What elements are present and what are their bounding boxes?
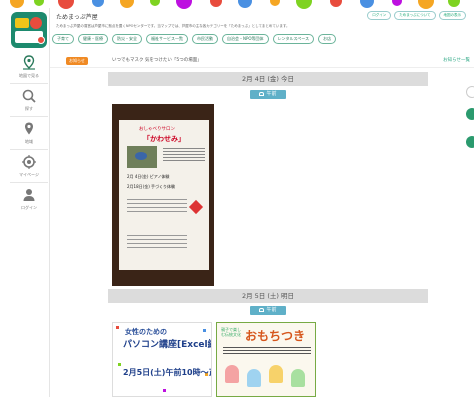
heart-icon: [188, 199, 204, 215]
sun-icon: [259, 91, 265, 96]
news-bar: お知らせ いつでもマスク 気をつけたい「5つの場面」 お知らせ一覧: [50, 54, 474, 68]
header-dot-band: [0, 0, 474, 9]
target-icon: [22, 155, 36, 169]
sidebar-item-label: ログイン: [21, 205, 37, 210]
tag-civic[interactable]: 市民活動: [192, 34, 218, 44]
category-tags: 子育て 健康・医療 防災・安全 福祉サービス一覧 市民活動 自治会・NPO等団体…: [52, 34, 337, 44]
floating-add-button[interactable]: [466, 108, 474, 120]
header-button-login[interactable]: ログイン: [367, 11, 392, 20]
map-pin-icon: [23, 55, 35, 70]
app-page: 地図で見る 探す 地域 マイページ ログイン ためまっぷ芦屋 ログイン ためまっ…: [0, 0, 474, 397]
sidebar-item-label: マイページ: [19, 172, 39, 177]
sidebar-item-mypage[interactable]: マイページ: [10, 154, 48, 178]
tag-health[interactable]: 健康・医療: [78, 34, 108, 44]
news-badge: お知らせ: [66, 57, 88, 65]
tag-welfare[interactable]: 福祉サービス一覧: [146, 34, 188, 44]
event-flyer-pc-course[interactable]: 女性のための パソコン講座[Excel編] 2月5日(土)午前10時〜正午: [112, 322, 212, 397]
date-header: 2月 5日 (土) 明日: [108, 289, 428, 303]
floating-map-button[interactable]: [466, 136, 474, 148]
header-button-about[interactable]: ためまっぷについて: [394, 11, 436, 20]
sidebar-item-label: 探す: [25, 106, 33, 111]
site-title: ためまっぷ芦屋: [56, 14, 98, 21]
sidebar-item-label: 地図で見る: [19, 73, 39, 78]
header-button-map[interactable]: 地図の表示: [438, 11, 466, 20]
event-flyer-salon[interactable]: おしゃべりサロン 「かわせみ」 2月 4日(金) ピアノ体験 2月18日(金) …: [112, 104, 214, 286]
tag-shops[interactable]: お店: [318, 34, 337, 44]
time-of-day-tag: 午前: [250, 306, 286, 315]
date-header: 2月 4日 (金) 今日: [108, 72, 428, 86]
floating-nav-button[interactable]: [466, 86, 474, 98]
tag-safety[interactable]: 防災・安全: [112, 34, 142, 44]
sidebar-item-map[interactable]: 地図で見る: [10, 55, 48, 79]
header-buttons: ログイン ためまっぷについて 地図の表示: [367, 11, 466, 20]
site-description: ためまっぷ芦屋の運営は芦屋市に拠点を置くNPOセンターです。当マップでは、芦屋市…: [56, 24, 290, 28]
news-headline[interactable]: いつでもマスク 気をつけたい「5つの場面」: [112, 57, 202, 63]
sidebar-item-label: 地域: [25, 139, 33, 144]
bird-photo: [127, 146, 157, 168]
site-logo[interactable]: [11, 12, 47, 48]
tag-npo[interactable]: 自治会・NPO等団体: [222, 34, 269, 44]
location-icon: [25, 122, 33, 135]
sidebar-item-search[interactable]: 探す: [10, 88, 48, 112]
search-icon: [22, 89, 36, 103]
event-flyer-mochitsuki[interactable]: 親子で楽しむ伝統文化 おもちつき: [216, 322, 316, 397]
sidebar-item-login[interactable]: ログイン: [10, 187, 48, 211]
sun-icon: [259, 307, 265, 312]
sidebar: 地図で見る 探す 地域 マイページ ログイン: [0, 8, 50, 397]
flyer-image: おしゃべりサロン 「かわせみ」 2月 4日(金) ピアノ体験 2月18日(金) …: [119, 120, 209, 270]
user-icon: [23, 189, 35, 201]
tag-childcare[interactable]: 子育て: [52, 34, 74, 44]
event-timeline: 2月 4日 (金) 今日 午前 おしゃべりサロン 「かわせみ」 2月 4日(金)…: [108, 70, 428, 397]
news-list-link[interactable]: お知らせ一覧: [443, 57, 470, 63]
sidebar-item-area[interactable]: 地域: [10, 121, 48, 145]
time-of-day-tag: 午前: [250, 90, 286, 99]
tag-rental-space[interactable]: レンタルスペース: [272, 34, 315, 44]
